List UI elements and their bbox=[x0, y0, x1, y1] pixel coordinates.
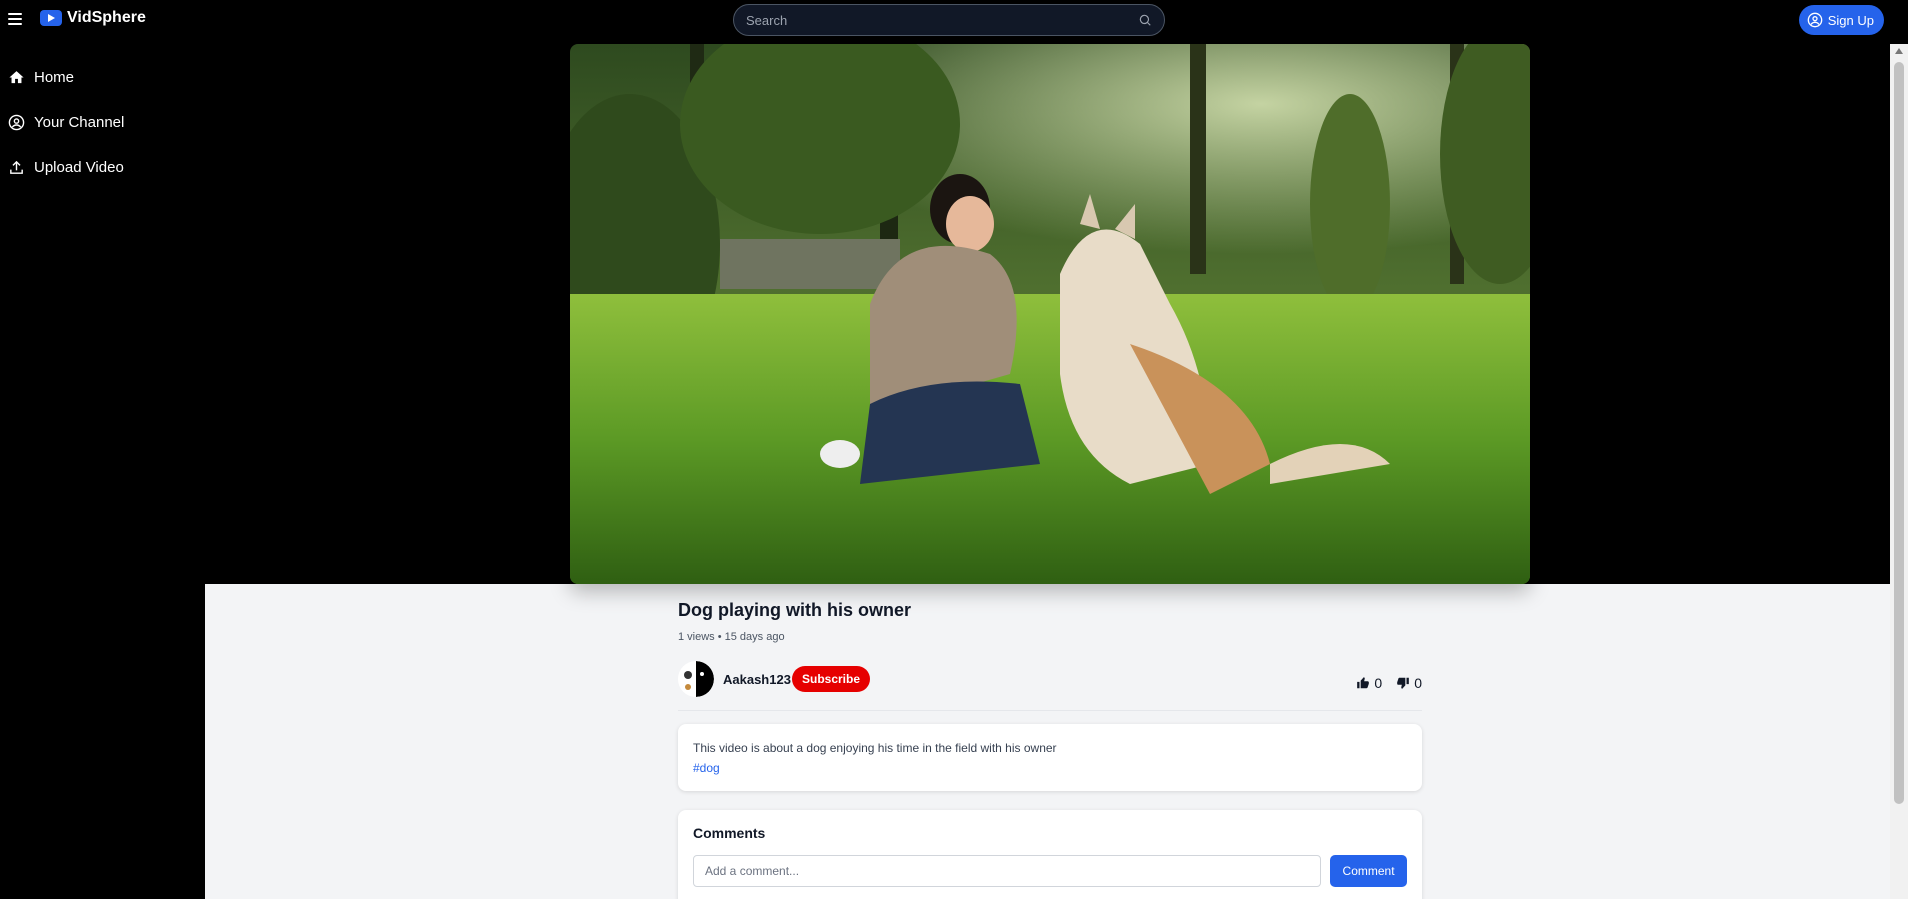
home-icon bbox=[9, 71, 24, 84]
subscribe-button[interactable]: Subscribe bbox=[792, 666, 870, 692]
scrollbar-thumb[interactable] bbox=[1894, 62, 1904, 804]
search-icon[interactable] bbox=[1138, 13, 1152, 27]
sidebar-item-label: Upload Video bbox=[34, 159, 124, 176]
video-thumbnail bbox=[570, 44, 1530, 584]
thumbs-down-icon bbox=[1397, 677, 1410, 689]
sidebar-item-your-channel[interactable]: Your Channel bbox=[0, 100, 205, 145]
logo-text: VidSphere bbox=[67, 9, 146, 26]
comment-input[interactable] bbox=[693, 855, 1322, 887]
like-count: 0 bbox=[1374, 675, 1383, 691]
description-text: This video is about a dog enjoying his t… bbox=[693, 741, 1057, 755]
sidebar-item-label: Home bbox=[34, 69, 75, 86]
play-logo-icon bbox=[40, 10, 62, 26]
channel-name[interactable]: Aakash123 bbox=[723, 672, 791, 687]
avatar-image bbox=[678, 661, 714, 697]
comment-form: Comment bbox=[693, 855, 1407, 887]
reaction-group: 0 0 bbox=[1356, 675, 1422, 691]
video-player[interactable] bbox=[570, 44, 1530, 584]
search-input[interactable] bbox=[746, 12, 1138, 28]
video-title: Dog playing with his owner bbox=[678, 600, 912, 620]
dislike-button[interactable]: 0 bbox=[1396, 675, 1422, 691]
logo[interactable]: VidSphere bbox=[40, 9, 146, 27]
thumbs-up-icon bbox=[1357, 677, 1370, 689]
upload-icon bbox=[10, 160, 23, 174]
video-meta: 1 views • 15 days ago bbox=[678, 631, 785, 643]
sign-up-label: Sign Up bbox=[1827, 12, 1874, 28]
scrollbar[interactable] bbox=[1890, 44, 1908, 899]
menu-icon[interactable] bbox=[8, 13, 22, 25]
comment-button[interactable]: Comment bbox=[1330, 855, 1407, 887]
sidebar-item-home[interactable]: Home bbox=[0, 55, 205, 100]
top-header: VidSphere Sign Up bbox=[0, 0, 1890, 40]
sidebar-item-label: Your Channel bbox=[34, 114, 125, 131]
like-button[interactable]: 0 bbox=[1356, 675, 1382, 691]
sidebar: Home Your Channel Upload Video bbox=[0, 55, 205, 190]
avatar[interactable] bbox=[678, 661, 714, 697]
hashtag-link[interactable]: #dog bbox=[693, 761, 720, 775]
search-bar bbox=[733, 4, 1165, 36]
description-box: This video is about a dog enjoying his t… bbox=[678, 724, 1422, 791]
scroll-up-arrow-icon[interactable] bbox=[1895, 48, 1903, 54]
video-info: Dog playing with his owner 1 views • 15 … bbox=[678, 600, 1422, 899]
sidebar-item-upload-video[interactable]: Upload Video bbox=[0, 145, 205, 190]
comments-heading: Comments bbox=[693, 825, 766, 841]
channel-row: Aakash123 Subscribe 0 0 bbox=[678, 661, 1422, 711]
dislike-count: 0 bbox=[1414, 675, 1422, 691]
user-circle-icon bbox=[1807, 12, 1823, 28]
app-root: VidSphere Sign Up Home Your Channel Uplo… bbox=[0, 0, 1908, 899]
comments-section: Comments Comment bbox=[678, 810, 1422, 899]
user-circle-icon bbox=[8, 114, 25, 131]
sign-up-button[interactable]: Sign Up bbox=[1798, 5, 1884, 35]
